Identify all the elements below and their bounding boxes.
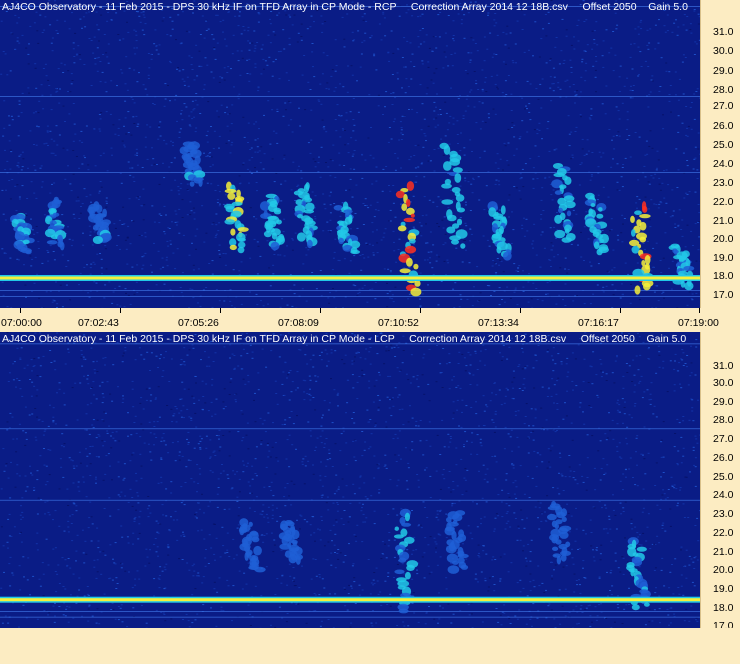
freq-tick-label: 25.0 — [713, 139, 734, 151]
lcp-frequency-axis: 31.0 30.0 29.0 28.0 27.0 26.0 25.0 24.0 … — [700, 332, 740, 632]
freq-tick-label: 31.0 — [713, 26, 734, 38]
freq-tick-label: 24.0 — [713, 158, 734, 170]
rcp-spectrogram-panel: AJ4CO Observatory - 11 Feb 2015 - DPS 30… — [0, 0, 740, 332]
freq-tick-label: 24.0 — [713, 489, 734, 501]
rcp-spectrogram — [0, 0, 700, 308]
rcp-frequency-axis: 31.0 30.0 29.0 28.0 27.0 26.0 25.0 24.0 … — [700, 0, 740, 308]
time-tick-label: 07:08:09 — [278, 317, 319, 329]
rcp-time-axis: 07:00:00 07:02:43 07:05:26 07:08:09 07:1… — [0, 308, 740, 332]
interference-line — [0, 96, 700, 97]
freq-tick-label: 27.0 — [713, 433, 734, 445]
time-tick-mark — [420, 308, 421, 313]
freq-tick-label: 29.0 — [713, 396, 734, 408]
rcp-title: AJ4CO Observatory - 11 Feb 2015 - DPS 30… — [2, 1, 688, 13]
lcp-spectrogram-panel: AJ4CO Observatory - 11 Feb 2015 - DPS 30… — [0, 332, 740, 664]
freq-tick-label: 21.0 — [713, 546, 734, 558]
interference-line — [0, 611, 700, 612]
freq-tick-label: 18.0 — [713, 602, 734, 614]
time-tick-label: 07:05:26 — [178, 317, 219, 329]
freq-tick-label: 28.0 — [713, 414, 734, 426]
lcp-time-axis — [0, 628, 740, 664]
time-tick-label: 07:02:43 — [78, 317, 119, 329]
time-tick-label: 07:19:00 — [678, 317, 719, 329]
interference-line — [0, 296, 700, 297]
freq-tick-label: 29.0 — [713, 65, 734, 77]
time-tick-label: 07:13:34 — [478, 317, 519, 329]
freq-tick-label: 20.0 — [713, 233, 734, 245]
interference-line — [0, 428, 700, 430]
time-tick-mark — [520, 308, 521, 313]
interference-line — [0, 290, 700, 291]
freq-tick-label: 31.0 — [713, 360, 734, 372]
time-tick-label: 07:10:52 — [378, 317, 419, 329]
time-tick-mark — [220, 308, 221, 313]
lcp-spectrogram — [0, 332, 700, 628]
time-tick-mark — [620, 308, 621, 313]
freq-tick-label: 22.0 — [713, 196, 734, 208]
interference-line — [0, 499, 700, 501]
freq-tick-label: 20.0 — [713, 564, 734, 576]
carrier-line — [0, 598, 700, 602]
freq-tick-label: 30.0 — [713, 45, 734, 57]
freq-tick-label: 23.0 — [713, 508, 734, 520]
freq-tick-label: 30.0 — [713, 377, 734, 389]
freq-tick-label: 28.0 — [713, 84, 734, 96]
freq-tick-label: 19.0 — [713, 583, 734, 595]
freq-tick-label: 23.0 — [713, 177, 734, 189]
freq-tick-label: 18.0 — [713, 270, 734, 282]
carrier-line — [0, 276, 700, 280]
freq-tick-label: 21.0 — [713, 215, 734, 227]
freq-tick-label: 27.0 — [713, 100, 734, 112]
time-tick-mark — [320, 308, 321, 313]
spectrogram-background — [0, 0, 700, 308]
freq-tick-label: 22.0 — [713, 527, 734, 539]
freq-tick-label: 25.0 — [713, 471, 734, 483]
time-tick-mark — [699, 308, 700, 313]
lcp-title: AJ4CO Observatory - 11 Feb 2015 - DPS 30… — [2, 333, 687, 345]
time-tick-label: 07:16:17 — [578, 317, 619, 329]
freq-tick-label: 17.0 — [713, 289, 734, 301]
time-tick-label: 07:00:00 — [1, 317, 42, 329]
time-tick-mark — [20, 308, 21, 313]
freq-tick-label: 19.0 — [713, 252, 734, 264]
freq-tick-label: 26.0 — [713, 120, 734, 132]
interference-line — [0, 616, 700, 618]
interference-line — [0, 172, 700, 173]
freq-tick-label: 26.0 — [713, 452, 734, 464]
spectrogram-background — [0, 332, 700, 628]
time-tick-mark — [120, 308, 121, 313]
